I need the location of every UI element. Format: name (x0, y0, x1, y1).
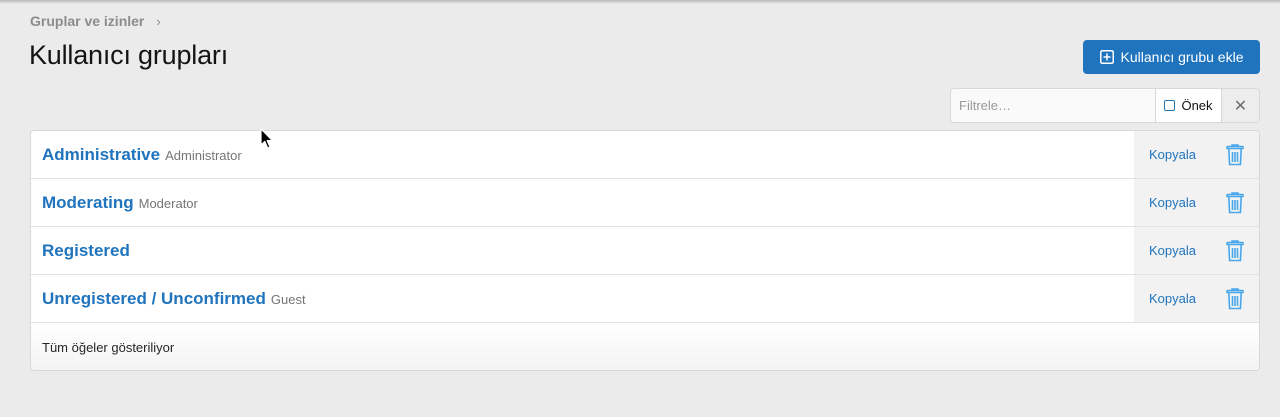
list-item: Unregistered / Unconfirmed Guest Kopyala (31, 275, 1259, 323)
page-title: Kullanıcı grupları (29, 40, 229, 70)
filter-input[interactable] (951, 89, 1156, 122)
plus-square-icon (1099, 50, 1114, 64)
trash-icon[interactable] (1211, 227, 1259, 274)
group-title: Unregistered / Unconfirmed (42, 288, 266, 308)
group-hint: Administrator (165, 148, 242, 163)
group-link[interactable]: Moderating Moderator (31, 179, 1134, 226)
group-hint: Moderator (138, 196, 198, 211)
group-link[interactable]: Administrative Administrator (31, 131, 1134, 178)
group-link[interactable]: Unregistered / Unconfirmed Guest (31, 275, 1134, 322)
copy-button[interactable]: Kopyala (1134, 227, 1211, 274)
prefix-checkbox[interactable]: Önek (1156, 89, 1222, 122)
close-icon[interactable]: ✕ (1222, 89, 1259, 122)
checkbox-icon (1164, 100, 1176, 111)
copy-button[interactable]: Kopyala (1134, 179, 1211, 226)
list-item: Administrative Administrator Kopyala (31, 131, 1259, 179)
prefix-label: Önek (1181, 98, 1213, 113)
add-user-group-button[interactable]: Kullanıcı grubu ekle (1083, 40, 1260, 74)
group-hint: Guest (270, 292, 306, 307)
breadcrumb[interactable]: Gruplar ve izinler › (30, 13, 161, 29)
group-title: Registered (42, 240, 130, 260)
trash-icon[interactable] (1211, 179, 1259, 226)
mouse-cursor-icon (260, 128, 273, 149)
group-title: Administrative (42, 144, 161, 164)
copy-button[interactable]: Kopyala (1134, 275, 1211, 322)
list-item: Registered Kopyala (31, 227, 1259, 275)
group-link[interactable]: Registered (31, 227, 1134, 274)
copy-button[interactable]: Kopyala (1134, 131, 1211, 178)
chevron-right-icon: › (156, 13, 161, 29)
list-footer-status: Tüm öğeler gösteriliyor (31, 323, 1259, 370)
trash-icon[interactable] (1211, 275, 1259, 322)
list-item: Moderating Moderator Kopyala (31, 179, 1259, 227)
trash-icon[interactable] (1211, 131, 1259, 178)
top-shadow (0, 0, 1280, 4)
breadcrumb-link[interactable]: Gruplar ve izinler (30, 13, 144, 29)
add-user-group-label: Kullanıcı grubu ekle (1120, 49, 1244, 65)
filter-bar: Önek ✕ (950, 88, 1260, 123)
group-title: Moderating (42, 192, 134, 212)
user-groups-list: Administrative Administrator Kopyala Mod… (30, 130, 1260, 371)
